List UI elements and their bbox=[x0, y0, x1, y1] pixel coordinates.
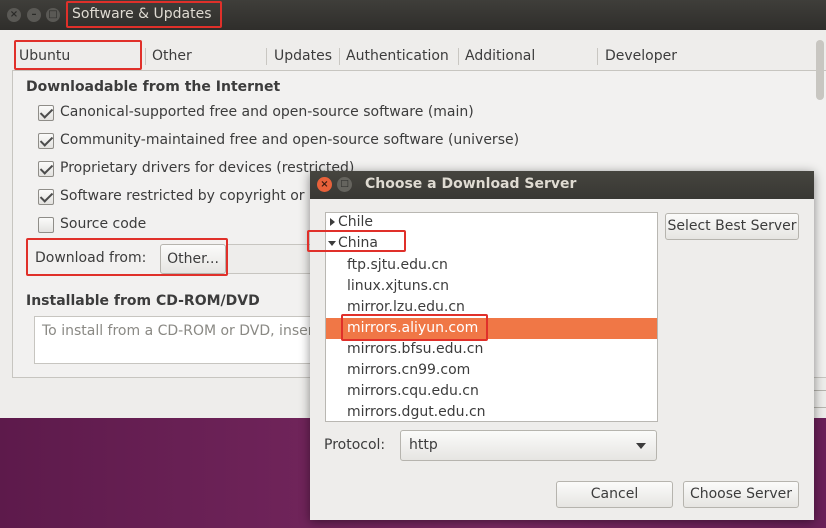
minimize-icon[interactable]: – bbox=[27, 8, 41, 22]
tab-separator bbox=[339, 48, 340, 65]
universe-checkbox[interactable] bbox=[38, 133, 54, 149]
downloadable-section-title: Downloadable from the Internet bbox=[26, 79, 281, 95]
cdrom-info-box: To install from a CD-ROM or DVD, insert bbox=[34, 316, 324, 364]
aliyun-highlight-box bbox=[341, 314, 488, 341]
select-best-server-button[interactable]: Select Best Server bbox=[665, 213, 799, 240]
tab-highlight-box bbox=[14, 40, 142, 70]
close-icon[interactable]: × bbox=[7, 8, 21, 22]
cdrom-section-title: Installable from CD-ROM/DVD bbox=[26, 293, 260, 309]
option-label: Community-maintained free and open-sourc… bbox=[60, 132, 520, 148]
server-item[interactable]: ftp.sjtu.edu.cn bbox=[326, 255, 657, 276]
choose-server-button[interactable]: Choose Server bbox=[683, 481, 799, 508]
cancel-button[interactable]: Cancel bbox=[556, 481, 673, 508]
maximize-icon[interactable]: □ bbox=[46, 8, 60, 22]
tab-additional-drivers[interactable]: Additional Drivers bbox=[465, 42, 535, 92]
tab-separator bbox=[145, 48, 146, 65]
download-from-combo-body[interactable] bbox=[228, 244, 318, 274]
main-window-button-edge[interactable] bbox=[812, 390, 826, 408]
tab-updates[interactable]: Updates bbox=[274, 42, 332, 70]
tab-separator bbox=[458, 48, 459, 65]
dialog-title: Choose a Download Server bbox=[365, 176, 577, 192]
download-from-highlight-box bbox=[26, 238, 228, 276]
protocol-value: http bbox=[409, 437, 438, 453]
server-item[interactable]: mirrors.cqu.edu.cn bbox=[326, 381, 657, 402]
china-highlight-box bbox=[307, 230, 406, 252]
multiverse-checkbox[interactable] bbox=[38, 189, 54, 205]
close-icon[interactable]: × bbox=[317, 177, 332, 192]
choose-server-dialog: × □ Choose a Download Server Chile China… bbox=[307, 171, 814, 520]
protocol-label: Protocol: bbox=[324, 437, 386, 453]
dialog-titlebar: × □ Choose a Download Server bbox=[310, 171, 814, 199]
restricted-checkbox[interactable] bbox=[38, 161, 54, 177]
option-label: Canonical-supported free and open-source… bbox=[60, 104, 474, 120]
chevron-down-icon bbox=[636, 443, 646, 449]
tab-other-software[interactable]: Other Software bbox=[152, 42, 214, 92]
tab-separator bbox=[597, 48, 598, 65]
scrollbar[interactable] bbox=[816, 40, 824, 100]
minimize-icon[interactable]: □ bbox=[337, 177, 352, 192]
cdrom-info-text: To install from a CD-ROM or DVD, insert bbox=[42, 323, 319, 339]
main-checkbox[interactable] bbox=[38, 105, 54, 121]
tab-authentication[interactable]: Authentication bbox=[346, 42, 449, 70]
server-item[interactable]: mirrors.dgut.edu.cn bbox=[326, 402, 657, 421]
server-item[interactable]: mirrors.bfsu.edu.cn bbox=[326, 339, 657, 360]
option-label: Software restricted by copyright or le bbox=[60, 188, 322, 204]
option-label: Source code bbox=[60, 216, 147, 232]
tab-developer-options[interactable]: Developer Options bbox=[605, 42, 677, 92]
server-item[interactable]: mirrors.cn99.com bbox=[326, 360, 657, 381]
server-item[interactable]: linux.xjtuns.cn bbox=[326, 276, 657, 297]
expand-arrow-icon[interactable] bbox=[330, 218, 335, 226]
tab-separator bbox=[266, 48, 267, 65]
protocol-select[interactable]: http bbox=[400, 430, 657, 461]
source-code-checkbox[interactable] bbox=[38, 217, 54, 233]
title-highlight-box bbox=[66, 1, 222, 28]
